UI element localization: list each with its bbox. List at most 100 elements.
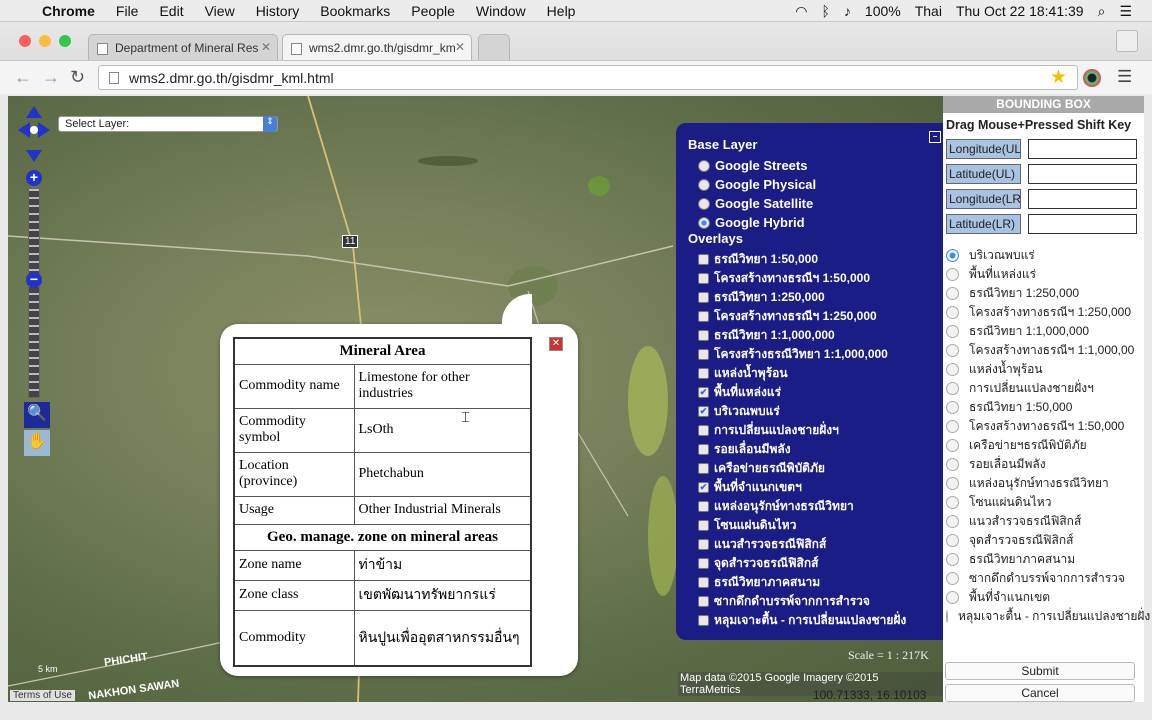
radio-button[interactable] xyxy=(946,515,959,528)
checkbox[interactable]: ✔ xyxy=(698,387,709,398)
radio-button[interactable] xyxy=(698,159,710,172)
zoom-in-icon[interactable]: + xyxy=(26,170,42,186)
menu-icon[interactable]: ☰ xyxy=(1117,67,1132,87)
layer-radio-option[interactable]: พื้นที่แหล่งแร่ xyxy=(943,265,1144,284)
checkbox[interactable] xyxy=(698,273,709,284)
tab-department[interactable]: Department of Mineral Res ✕ xyxy=(88,34,278,60)
overlay-item[interactable]: แหล่งอนุรักษ์ทางธรณีวิทยา xyxy=(688,497,943,516)
zoom-slider[interactable] xyxy=(28,188,40,398)
checkbox[interactable] xyxy=(698,292,709,303)
radio-button[interactable] xyxy=(946,268,959,281)
radio-button[interactable] xyxy=(946,401,959,414)
layer-radio-option[interactable]: เครือข่ายฯธรณีพิบัติภัย xyxy=(943,436,1144,455)
zoom-out-icon[interactable]: − xyxy=(26,272,42,288)
bbox-field-input[interactable] xyxy=(1028,213,1137,234)
menu-item-edit[interactable]: Edit xyxy=(159,3,183,19)
radio-button[interactable] xyxy=(946,496,959,509)
forward-icon[interactable]: → xyxy=(42,67,60,88)
base-layer-option[interactable]: Google Physical xyxy=(688,175,943,194)
overlay-item[interactable]: เครือข่ายธรณีพิบัติภัย xyxy=(688,459,943,478)
bbox-field-input[interactable] xyxy=(1028,163,1137,184)
radio-button[interactable] xyxy=(946,458,959,471)
layer-radio-option[interactable]: บริเวณพบแร่ xyxy=(943,246,1144,265)
map-canvas[interactable]: 11 11a PHICHIT NAKHON SAWAN 5 km + − 🔍 ✋… xyxy=(8,96,943,702)
layer-radio-option[interactable]: ธรณีวิทยา 1:1,000,000 xyxy=(943,322,1144,341)
layer-radio-option[interactable]: หลุมเจาะตื้น - การเปลี่ยนแปลงชายฝั่ง xyxy=(943,607,1150,626)
radio-button[interactable] xyxy=(946,534,959,547)
layer-radio-option[interactable]: พื้นที่จำแนกเขต xyxy=(943,588,1144,607)
overlay-item[interactable]: ธรณีวิทยา 1:1,000,000 xyxy=(688,326,943,345)
overlay-item[interactable]: โครงสร้างทางธรณีฯ 1:50,000 xyxy=(688,269,943,288)
layer-radio-option[interactable]: ธรณีวิทยา 1:250,000 xyxy=(943,284,1144,303)
overlay-item[interactable]: ธรณีวิทยา 1:250,000 xyxy=(688,288,943,307)
checkbox[interactable] xyxy=(698,444,709,455)
star-icon[interactable]: ★ xyxy=(1050,66,1067,89)
radio-button[interactable] xyxy=(946,553,959,566)
radio-button[interactable] xyxy=(698,178,710,191)
base-layer-option[interactable]: Google Satellite xyxy=(688,194,943,213)
checkbox[interactable] xyxy=(698,539,709,550)
checkbox[interactable]: ✔ xyxy=(698,482,709,493)
checkbox[interactable]: ✔ xyxy=(698,406,709,417)
address-bar[interactable]: wms2.dmr.go.th/gisdmr_kml.html xyxy=(98,65,1078,90)
clock[interactable]: Thu Oct 22 18:41:39 xyxy=(956,3,1084,19)
zoom-box-icon[interactable]: 🔍 xyxy=(24,402,50,428)
checkbox[interactable] xyxy=(698,349,709,360)
overlay-item[interactable]: โครงสร้างทางธรณีฯ 1:250,000 xyxy=(688,307,943,326)
base-layer-option[interactable]: Google Hybrid xyxy=(688,213,943,232)
profile-button[interactable] xyxy=(1116,30,1138,52)
zoom-window-button[interactable] xyxy=(59,35,71,47)
menu-item-window[interactable]: Window xyxy=(476,3,526,19)
overlay-item[interactable]: รอยเลื่อนมีพลัง xyxy=(688,440,943,459)
battery-label[interactable]: 100% xyxy=(865,3,901,19)
submit-button[interactable]: Submit xyxy=(945,662,1135,680)
checkbox[interactable] xyxy=(698,330,709,341)
menu-item-bookmarks[interactable]: Bookmarks xyxy=(320,3,390,19)
overlay-item[interactable]: หลุมเจาะตื้น - การเปลี่ยนแปลงชายฝั่ง xyxy=(688,611,943,630)
overlay-item[interactable]: ✔ บริเวณพบแร่ xyxy=(688,402,943,421)
checkbox[interactable] xyxy=(698,596,709,607)
overlay-item[interactable]: การเปลี่ยนแปลงชายฝั่งฯ xyxy=(688,421,943,440)
list-icon[interactable]: ☰ xyxy=(1119,3,1132,20)
checkbox[interactable] xyxy=(698,463,709,474)
radio-button[interactable] xyxy=(946,344,959,357)
menu-item-people[interactable]: People xyxy=(411,3,455,19)
overlay-item[interactable]: ซากดึกดำบรรพ์จากการสำรวจ xyxy=(688,592,943,611)
bbox-field-input[interactable] xyxy=(1028,188,1137,209)
checkbox[interactable] xyxy=(698,311,709,322)
layer-select[interactable]: Select Layer: ⇕ xyxy=(58,116,278,132)
terms-link[interactable]: Terms of Use xyxy=(10,690,75,701)
overlay-item[interactable]: ธรณีวิทยา 1:50,000 xyxy=(688,250,943,269)
overlay-item[interactable]: แนวสำรวจธรณีฟิสิกส์ xyxy=(688,535,943,554)
radio-button[interactable] xyxy=(946,287,959,300)
layer-radio-option[interactable]: จุดสำรวจธรณีฟิสิกส์ xyxy=(943,531,1144,550)
extension-icon[interactable] xyxy=(1083,69,1101,87)
layer-radio-option[interactable]: ธรณีวิทยาภาคสนาม xyxy=(943,550,1144,569)
checkbox[interactable] xyxy=(698,558,709,569)
close-tab-icon[interactable]: ✕ xyxy=(261,40,271,54)
overlay-item[interactable]: ✔ พื้นที่แหล่งแร่ xyxy=(688,383,943,402)
layer-radio-option[interactable]: การเปลี่ยนแปลงชายฝั่งฯ xyxy=(943,379,1144,398)
checkbox[interactable] xyxy=(698,577,709,588)
layer-radio-option[interactable]: ธรณีวิทยา 1:50,000 xyxy=(943,398,1144,417)
radio-button[interactable] xyxy=(946,325,959,338)
menu-item-history[interactable]: History xyxy=(256,3,300,19)
close-window-button[interactable] xyxy=(19,35,31,47)
pan-arrows-icon[interactable] xyxy=(16,104,52,164)
radio-button[interactable] xyxy=(946,477,959,490)
minimize-window-button[interactable] xyxy=(39,35,51,47)
radio-button[interactable] xyxy=(946,439,959,452)
radio-button[interactable] xyxy=(946,572,959,585)
radio-button[interactable] xyxy=(946,591,959,604)
tab-gisdmr[interactable]: wms2.dmr.go.th/gisdmr_km ✕ xyxy=(282,34,472,60)
layer-radio-option[interactable]: โครงสร้างทางธรณีฯ 1:50,000 xyxy=(943,417,1144,436)
overlay-item[interactable]: ธรณีวิทยาภาคสนาม xyxy=(688,573,943,592)
wifi-icon[interactable]: ◠ xyxy=(795,3,807,20)
checkbox[interactable] xyxy=(698,254,709,265)
overlay-item[interactable]: โครงสร้างธรณีวิทยา 1:1,000,000 xyxy=(688,345,943,364)
overlay-item[interactable]: จุดสำรวจธรณีฟิสิกส์ xyxy=(688,554,943,573)
bbox-field-input[interactable] xyxy=(1028,138,1137,159)
radio-button[interactable] xyxy=(946,420,959,433)
radio-button[interactable] xyxy=(946,306,959,319)
overlay-item[interactable]: ✔ พื้นที่จำแนกเขตฯ xyxy=(688,478,943,497)
